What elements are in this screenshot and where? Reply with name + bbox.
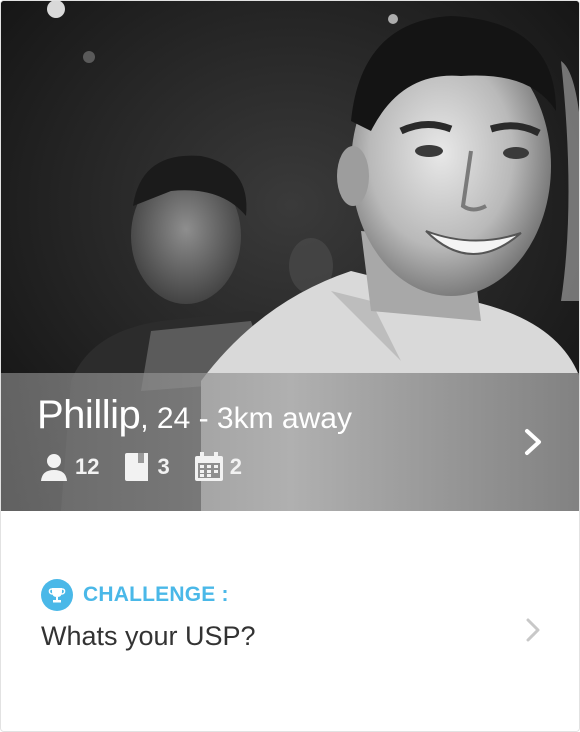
challenge-label: CHALLENGE : — [83, 583, 229, 606]
challenge-question: Whats your USP? — [41, 621, 256, 651]
stat-events-count: 2 — [229, 454, 242, 479]
book-icon — [123, 452, 151, 482]
chevron-right-icon[interactable] — [521, 427, 545, 457]
chevron-right-icon[interactable] — [523, 617, 543, 643]
stat-events: 2 — [194, 452, 242, 482]
stat-books-count: 3 — [157, 454, 170, 479]
person-icon — [39, 452, 69, 482]
profile-details: , 24 - 3km away — [140, 402, 352, 435]
profile-heading: Phillip, 24 - 3km away — [37, 393, 352, 438]
stat-friends: 12 — [39, 452, 99, 482]
profile-stats: 12 3 2 — [39, 451, 266, 483]
stat-books: 3 — [123, 452, 170, 482]
calendar-icon — [194, 452, 224, 482]
profile-name: Phillip — [37, 393, 141, 437]
trophy-icon — [41, 579, 73, 611]
stat-friends-count: 12 — [75, 454, 100, 479]
profile-card[interactable]: Phillip, 24 - 3km away 12 3 2 CHALLENGE … — [0, 0, 580, 732]
